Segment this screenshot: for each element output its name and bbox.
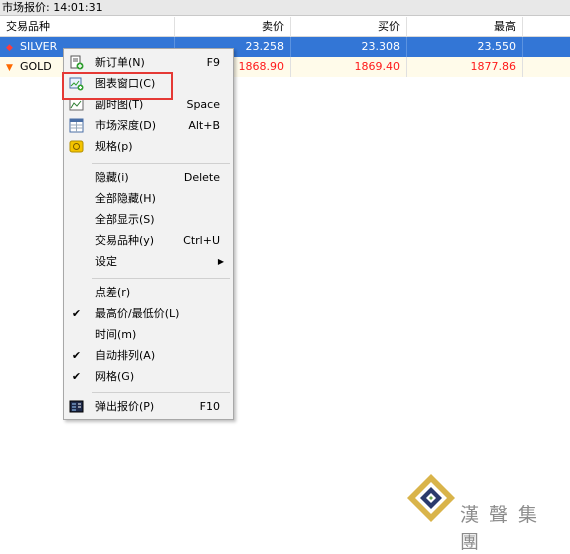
submenu-arrow-icon: ▶ xyxy=(217,257,224,266)
menu-item-market-depth[interactable]: 市场深度(D) Alt+B xyxy=(65,115,232,136)
menu-item-auto-arrange[interactable]: ✔ 自动排列(A) xyxy=(65,345,232,366)
symbol-name: GOLD xyxy=(20,60,52,73)
specification-icon xyxy=(69,139,84,154)
menu-item-show-all[interactable]: 全部显示(S) xyxy=(65,209,232,230)
menu-item-spread[interactable]: 点差(r) xyxy=(65,282,232,303)
table-header: 交易品种 卖价 买价 最高 xyxy=(0,17,570,37)
checkmark-icon: ✔ xyxy=(71,370,82,383)
market-depth-icon xyxy=(69,118,84,133)
menu-separator xyxy=(92,163,230,164)
menu-item-popup-prices[interactable]: 弹出报价(P) F10 xyxy=(65,396,232,417)
new-order-icon xyxy=(69,55,84,70)
menu-item-sets[interactable]: 设定 ▶ xyxy=(65,251,232,272)
menu-item-high-low[interactable]: ✔ 最高价/最低价(L) xyxy=(65,303,232,324)
high-cell: 23.550 xyxy=(407,37,523,57)
window-title: 市场报价: 14:01:31 xyxy=(0,0,570,16)
menu-item-grid[interactable]: ✔ 网格(G) xyxy=(65,366,232,387)
popup-prices-icon xyxy=(69,399,84,414)
menu-item-hide[interactable]: 隐藏(i) Delete xyxy=(65,167,232,188)
menu-item-new-order[interactable]: 新订单(N) F9 xyxy=(65,52,232,73)
diamond-logo-icon xyxy=(405,472,457,527)
watermark: 漢聲集團 xyxy=(405,472,565,553)
menu-separator xyxy=(92,278,230,279)
menu-item-symbols[interactable]: 交易品种(y) Ctrl+U xyxy=(65,230,232,251)
watermark-text: 漢聲集團 xyxy=(460,504,548,553)
menu-item-hide-all[interactable]: 全部隐藏(H) xyxy=(65,188,232,209)
column-header-bid[interactable]: 卖价 xyxy=(175,17,291,37)
menu-separator xyxy=(92,392,230,393)
menu-item-specification[interactable]: 规格(p) xyxy=(65,136,232,157)
menu-item-time[interactable]: 时间(m) xyxy=(65,324,232,345)
checkmark-icon: ✔ xyxy=(71,349,82,362)
ask-cell: 23.308 xyxy=(291,37,407,57)
price-up-icon: ◆ xyxy=(6,43,13,53)
column-header-ask[interactable]: 买价 xyxy=(291,17,407,37)
highlight-annotation-box xyxy=(62,72,173,100)
column-header-high[interactable]: 最高 xyxy=(407,17,523,37)
ask-cell: 1869.40 xyxy=(291,57,407,77)
price-down-icon: ▼ xyxy=(6,63,13,73)
context-menu: 新订单(N) F9 图表窗口(C) 副时图(T) Space 市场深度(D) A… xyxy=(63,48,234,420)
symbol-name: SILVER xyxy=(20,40,58,53)
column-header-symbol[interactable]: 交易品种 xyxy=(0,17,175,37)
checkmark-icon: ✔ xyxy=(71,307,82,320)
high-cell: 1877.86 xyxy=(407,57,523,77)
